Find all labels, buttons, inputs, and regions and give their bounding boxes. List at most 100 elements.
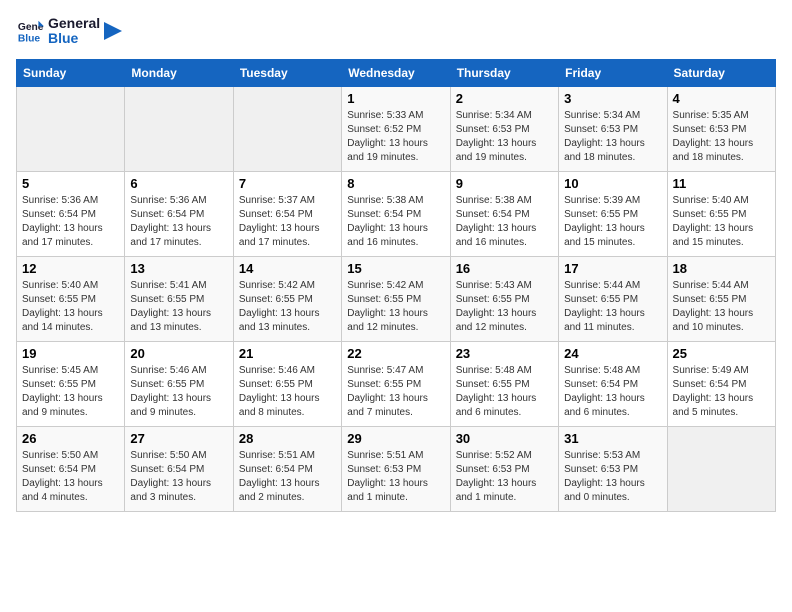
day-info: Sunrise: 5:44 AM Sunset: 6:55 PM Dayligh… [564, 279, 661, 335]
calendar-cell: 30 Sunrise: 5:52 AM Sunset: 6:53 PM Dayli… [450, 426, 558, 511]
day-number: 12 [22, 261, 119, 276]
calendar-cell: 8 Sunrise: 5:38 AM Sunset: 6:54 PM Daylig… [342, 171, 450, 256]
day-number: 1 [347, 91, 444, 106]
day-info: Sunrise: 5:52 AM Sunset: 6:53 PM Dayligh… [456, 449, 553, 505]
calendar-cell: 25Sunrise: 5:49 AM Sunset: 6:54 PM Dayli… [667, 341, 775, 426]
calendar-week-row: 12 Sunrise: 5:40 AM Sunset: 6:55 PM Dayli… [17, 256, 776, 341]
calendar-cell: 5Sunrise: 5:36 AM Sunset: 6:54 PM Daylig… [17, 171, 125, 256]
day-info: Sunrise: 5:42 AM Sunset: 6:55 PM Dayligh… [347, 279, 444, 335]
day-number: 30 [456, 431, 553, 446]
day-number: 4 [673, 91, 770, 106]
weekday-header-wednesday: Wednesday [342, 59, 450, 86]
calendar-cell: 20 Sunrise: 5:46 AM Sunset: 6:55 PM Dayli… [125, 341, 233, 426]
calendar-cell: 21Sunrise: 5:46 AM Sunset: 6:55 PM Dayli… [233, 341, 341, 426]
day-info: Sunrise: 5:35 AM Sunset: 6:53 PM Dayligh… [673, 109, 770, 165]
day-number: 29 [347, 431, 444, 446]
weekday-header-friday: Friday [559, 59, 667, 86]
weekday-header-tuesday: Tuesday [233, 59, 341, 86]
day-number: 6 [130, 176, 227, 191]
calendar-week-row: 26 Sunrise: 5:50 AM Sunset: 6:54 PM Dayli… [17, 426, 776, 511]
day-number: 7 [239, 176, 336, 191]
calendar-cell: 31 Sunrise: 5:53 AM Sunset: 6:53 PM Dayli… [559, 426, 667, 511]
logo-text-blue: Blue [48, 31, 100, 46]
calendar-header: SundayMondayTuesdayWednesdayThursdayFrid… [17, 59, 776, 86]
calendar-cell: 1 Sunrise: 5:33 AM Sunset: 6:52 PM Daylig… [342, 86, 450, 171]
logo: General Blue General Blue [16, 16, 122, 47]
calendar-cell [125, 86, 233, 171]
page-header: General Blue General Blue [16, 16, 776, 47]
calendar-cell: 2 Sunrise: 5:34 AM Sunset: 6:53 PM Daylig… [450, 86, 558, 171]
calendar-cell: 14 Sunrise: 5:42 AM Sunset: 6:55 PM Dayli… [233, 256, 341, 341]
day-info: Sunrise: 5:45 AM Sunset: 6:55 PM Dayligh… [22, 364, 119, 420]
day-number: 20 [130, 346, 227, 361]
day-number: 10 [564, 176, 661, 191]
calendar-cell: 10 Sunrise: 5:39 AM Sunset: 6:55 PM Dayli… [559, 171, 667, 256]
calendar-cell: 19 Sunrise: 5:45 AM Sunset: 6:55 PM Dayli… [17, 341, 125, 426]
day-info: Sunrise: 5:34 AM Sunset: 6:53 PM Dayligh… [564, 109, 661, 165]
weekday-header-saturday: Saturday [667, 59, 775, 86]
day-number: 14 [239, 261, 336, 276]
calendar-cell: 22Sunrise: 5:47 AM Sunset: 6:55 PM Dayli… [342, 341, 450, 426]
day-number: 27 [130, 431, 227, 446]
calendar-table: SundayMondayTuesdayWednesdayThursdayFrid… [16, 59, 776, 512]
day-number: 8 [347, 176, 444, 191]
calendar-cell: 26 Sunrise: 5:50 AM Sunset: 6:54 PM Dayli… [17, 426, 125, 511]
logo-icon: General Blue [16, 17, 44, 45]
day-info: Sunrise: 5:38 AM Sunset: 6:54 PM Dayligh… [456, 194, 553, 250]
day-info: Sunrise: 5:43 AM Sunset: 6:55 PM Dayligh… [456, 279, 553, 335]
day-info: Sunrise: 5:49 AM Sunset: 6:54 PM Dayligh… [673, 364, 770, 420]
day-number: 5 [22, 176, 119, 191]
logo-arrow-icon [104, 22, 122, 40]
calendar-cell [667, 426, 775, 511]
calendar-cell: 7 Sunrise: 5:37 AM Sunset: 6:54 PM Daylig… [233, 171, 341, 256]
day-info: Sunrise: 5:33 AM Sunset: 6:52 PM Dayligh… [347, 109, 444, 165]
calendar-cell: 6 Sunrise: 5:36 AM Sunset: 6:54 PM Daylig… [125, 171, 233, 256]
calendar-week-row: 1 Sunrise: 5:33 AM Sunset: 6:52 PM Daylig… [17, 86, 776, 171]
day-info: Sunrise: 5:37 AM Sunset: 6:54 PM Dayligh… [239, 194, 336, 250]
day-info: Sunrise: 5:48 AM Sunset: 6:54 PM Dayligh… [564, 364, 661, 420]
calendar-cell: 28Sunrise: 5:51 AM Sunset: 6:54 PM Dayli… [233, 426, 341, 511]
day-info: Sunrise: 5:40 AM Sunset: 6:55 PM Dayligh… [22, 279, 119, 335]
day-info: Sunrise: 5:40 AM Sunset: 6:55 PM Dayligh… [673, 194, 770, 250]
calendar-week-row: 19 Sunrise: 5:45 AM Sunset: 6:55 PM Dayli… [17, 341, 776, 426]
day-info: Sunrise: 5:50 AM Sunset: 6:54 PM Dayligh… [22, 449, 119, 505]
day-info: Sunrise: 5:42 AM Sunset: 6:55 PM Dayligh… [239, 279, 336, 335]
day-number: 24 [564, 346, 661, 361]
calendar-cell: 15Sunrise: 5:42 AM Sunset: 6:55 PM Dayli… [342, 256, 450, 341]
day-number: 3 [564, 91, 661, 106]
day-info: Sunrise: 5:51 AM Sunset: 6:54 PM Dayligh… [239, 449, 336, 505]
day-info: Sunrise: 5:44 AM Sunset: 6:55 PM Dayligh… [673, 279, 770, 335]
calendar-cell: 24 Sunrise: 5:48 AM Sunset: 6:54 PM Dayli… [559, 341, 667, 426]
weekday-header-monday: Monday [125, 59, 233, 86]
calendar-week-row: 5 Sunrise: 5:36 AM Sunset: 6:54 PM Daylig… [17, 171, 776, 256]
calendar-cell: 23Sunrise: 5:48 AM Sunset: 6:55 PM Dayli… [450, 341, 558, 426]
calendar-cell: 9Sunrise: 5:38 AM Sunset: 6:54 PM Daylig… [450, 171, 558, 256]
day-number: 26 [22, 431, 119, 446]
day-number: 23 [456, 346, 553, 361]
logo-text-general: General [48, 16, 100, 31]
day-info: Sunrise: 5:36 AM Sunset: 6:54 PM Dayligh… [130, 194, 227, 250]
day-info: Sunrise: 5:46 AM Sunset: 6:55 PM Dayligh… [239, 364, 336, 420]
day-info: Sunrise: 5:39 AM Sunset: 6:55 PM Dayligh… [564, 194, 661, 250]
calendar-cell [17, 86, 125, 171]
day-number: 13 [130, 261, 227, 276]
weekday-header-thursday: Thursday [450, 59, 558, 86]
calendar-cell: 17 Sunrise: 5:44 AM Sunset: 6:55 PM Dayli… [559, 256, 667, 341]
day-number: 16 [456, 261, 553, 276]
day-number: 19 [22, 346, 119, 361]
calendar-cell: 27Sunrise: 5:50 AM Sunset: 6:54 PM Dayli… [125, 426, 233, 511]
day-info: Sunrise: 5:46 AM Sunset: 6:55 PM Dayligh… [130, 364, 227, 420]
day-info: Sunrise: 5:34 AM Sunset: 6:53 PM Dayligh… [456, 109, 553, 165]
calendar-cell: 11 Sunrise: 5:40 AM Sunset: 6:55 PM Dayli… [667, 171, 775, 256]
day-number: 18 [673, 261, 770, 276]
day-info: Sunrise: 5:53 AM Sunset: 6:53 PM Dayligh… [564, 449, 661, 505]
day-info: Sunrise: 5:41 AM Sunset: 6:55 PM Dayligh… [130, 279, 227, 335]
day-number: 31 [564, 431, 661, 446]
calendar-cell: 29Sunrise: 5:51 AM Sunset: 6:53 PM Dayli… [342, 426, 450, 511]
calendar-cell: 18 Sunrise: 5:44 AM Sunset: 6:55 PM Dayli… [667, 256, 775, 341]
day-number: 2 [456, 91, 553, 106]
day-number: 11 [673, 176, 770, 191]
calendar-cell: 4 Sunrise: 5:35 AM Sunset: 6:53 PM Daylig… [667, 86, 775, 171]
day-number: 17 [564, 261, 661, 276]
day-info: Sunrise: 5:38 AM Sunset: 6:54 PM Dayligh… [347, 194, 444, 250]
